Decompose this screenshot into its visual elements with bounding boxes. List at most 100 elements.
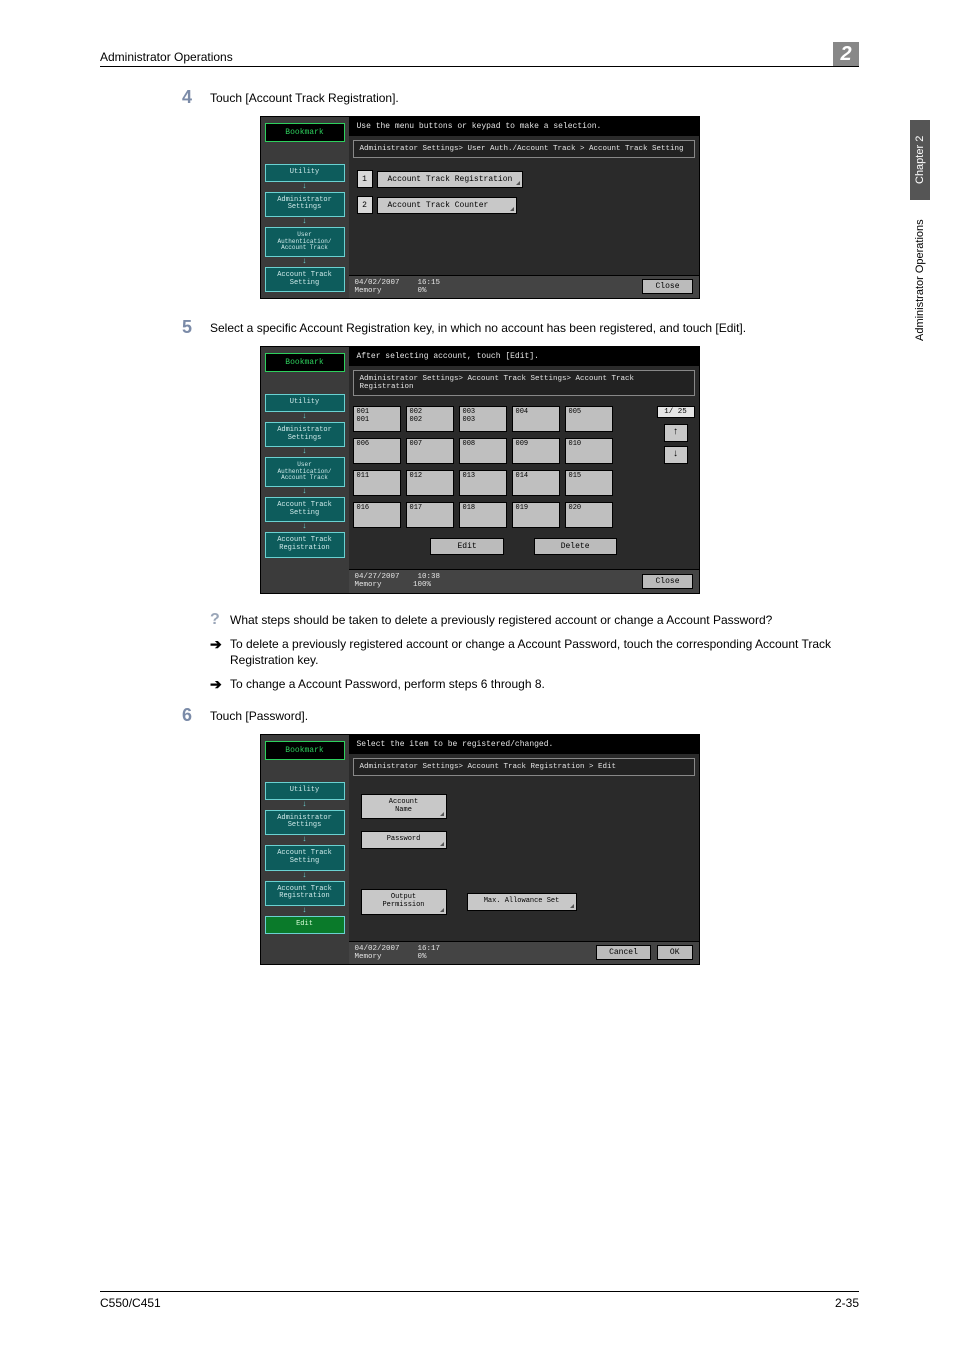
account-cell[interactable]: 017 (406, 502, 454, 528)
account-cell[interactable]: 005 (565, 406, 613, 432)
nav-edit[interactable]: Edit (265, 916, 345, 934)
status-memory-label: Memory (355, 581, 382, 589)
arrow-down-icon: ↓ (265, 801, 345, 809)
nav-account-track-registration[interactable]: Account Track Registration (265, 532, 345, 557)
nav-user-auth[interactable]: User Authentication/ Account Track (265, 227, 345, 257)
shot-sidebar: Bookmark Utility ↓ Administrator Setting… (261, 735, 349, 964)
account-cell[interactable]: 020 (565, 502, 613, 528)
account-cell[interactable]: 015 (565, 470, 613, 496)
shot-sidebar: Bookmark Utility ↓ Administrator Setting… (261, 347, 349, 593)
step-text: Touch [Password]. (210, 705, 859, 723)
close-button[interactable]: Close (642, 574, 692, 589)
status-bar: 04/02/2007 16:15 Memory 0% (355, 279, 441, 296)
step-number: 5 (100, 317, 210, 338)
status-bar: 04/02/2007 16:17 Memory 0% (355, 945, 441, 962)
arrow-down-icon: ↓ (265, 183, 345, 191)
account-cell[interactable]: 016 (353, 502, 401, 528)
status-date: 04/02/2007 (355, 945, 400, 953)
status-memory-value: 100% (413, 581, 431, 589)
nav-utility[interactable]: Utility (265, 782, 345, 800)
account-name-button[interactable]: Account Name (361, 794, 447, 819)
step-6: 6 Touch [Password]. (100, 705, 859, 726)
arrow-right-icon: ➔ (210, 636, 230, 653)
cancel-button[interactable]: Cancel (596, 945, 651, 960)
output-permission-button[interactable]: Output Permission (361, 889, 447, 914)
status-date: 04/02/2007 (355, 279, 400, 287)
arrow-down-icon: ↓ (265, 448, 345, 456)
arrow-down-icon: ↓ (265, 258, 345, 266)
nav-account-track-setting[interactable]: Account Track Setting (265, 267, 345, 292)
step-text: Select a specific Account Registration k… (210, 317, 859, 335)
account-cell[interactable]: 004 (512, 406, 560, 432)
account-cell[interactable]: 019 (512, 502, 560, 528)
account-cell[interactable]: 001 001 (353, 406, 401, 432)
nav-account-track-setting[interactable]: Account Track Setting (265, 845, 345, 870)
nav-account-track-registration[interactable]: Account Track Registration (265, 881, 345, 906)
status-time: 16:15 (418, 279, 441, 287)
side-tab-title: Administrator Operations (910, 200, 930, 360)
status-memory-label: Memory (355, 287, 382, 295)
nav-user-auth[interactable]: User Authentication/ Account Track (265, 457, 345, 487)
account-cell[interactable]: 008 (459, 438, 507, 464)
arrow-down-icon: ↓ (265, 413, 345, 421)
screenshot-account-track-registration: Bookmark Utility ↓ Administrator Setting… (260, 346, 700, 594)
scroll-up-button[interactable]: ↑ (664, 424, 688, 442)
answer-text: To change a Account Password, perform st… (230, 676, 545, 692)
side-tab-chapter: Chapter 2 (910, 120, 930, 200)
bookmark-button[interactable]: Bookmark (265, 353, 345, 372)
account-cell[interactable]: 006 (353, 438, 401, 464)
nav-utility[interactable]: Utility (265, 164, 345, 182)
account-cell[interactable]: 011 (353, 470, 401, 496)
question-icon: ? (210, 612, 230, 628)
account-cell[interactable]: 013 (459, 470, 507, 496)
close-button[interactable]: Close (642, 279, 692, 294)
footer-page: 2-35 (835, 1296, 859, 1310)
arrow-down-icon: ↓ (265, 907, 345, 915)
nav-account-track-setting[interactable]: Account Track Setting (265, 497, 345, 522)
nav-admin-settings[interactable]: Administrator Settings (265, 192, 345, 217)
nav-utility[interactable]: Utility (265, 394, 345, 412)
account-track-registration-button[interactable]: Account Track Registration (377, 171, 524, 188)
max-allowance-set-button[interactable]: Max. Allowance Set (467, 893, 577, 911)
shot-instruction: Select the item to be registered/changed… (349, 735, 699, 754)
status-time: 10:38 (418, 573, 441, 581)
chapter-badge: 2 (833, 42, 859, 66)
arrow-down-icon: ↓ (265, 218, 345, 226)
account-cell[interactable]: 010 (565, 438, 613, 464)
shot-instruction: Use the menu buttons or keypad to make a… (349, 117, 699, 136)
account-cell[interactable]: 003 003 (459, 406, 507, 432)
question-text: What steps should be taken to delete a p… (230, 612, 772, 628)
account-cell[interactable]: 007 (406, 438, 454, 464)
account-cell[interactable]: 002 002 (406, 406, 454, 432)
arrow-right-icon: ➔ (210, 676, 230, 693)
password-button[interactable]: Password (361, 831, 447, 849)
ok-button[interactable]: OK (657, 945, 693, 960)
bookmark-button[interactable]: Bookmark (265, 123, 345, 142)
status-bar: 04/27/2007 10:38 Memory 100% (355, 573, 441, 590)
answer-text: To delete a previously registered accoun… (230, 636, 859, 668)
status-memory-value: 0% (418, 953, 427, 961)
breadcrumb: Administrator Settings> User Auth./Accou… (353, 140, 695, 158)
account-cell[interactable]: 012 (406, 470, 454, 496)
arrow-down-icon: ↓ (265, 872, 345, 880)
qa-block: ? What steps should be taken to delete a… (210, 612, 859, 693)
footer-model: C550/C451 (100, 1296, 161, 1310)
page-indicator: 1/ 25 (657, 406, 695, 418)
nav-admin-settings[interactable]: Administrator Settings (265, 810, 345, 835)
breadcrumb: Administrator Settings> Account Track Re… (353, 758, 695, 776)
edit-button[interactable]: Edit (430, 538, 503, 555)
account-cell[interactable]: 014 (512, 470, 560, 496)
account-track-counter-button[interactable]: Account Track Counter (377, 197, 517, 214)
step-number: 6 (100, 705, 210, 726)
delete-button[interactable]: Delete (534, 538, 617, 555)
arrow-down-icon: ↓ (265, 836, 345, 844)
bookmark-button[interactable]: Bookmark (265, 741, 345, 760)
screenshot-edit: Bookmark Utility ↓ Administrator Setting… (260, 734, 700, 965)
nav-admin-settings[interactable]: Administrator Settings (265, 422, 345, 447)
account-cell[interactable]: 018 (459, 502, 507, 528)
side-tab: Chapter 2 Administrator Operations (910, 120, 936, 380)
account-cell[interactable]: 009 (512, 438, 560, 464)
scroll-down-button[interactable]: ↓ (664, 446, 688, 464)
menu-number: 2 (357, 196, 373, 214)
breadcrumb: Administrator Settings> Account Track Se… (353, 370, 695, 396)
